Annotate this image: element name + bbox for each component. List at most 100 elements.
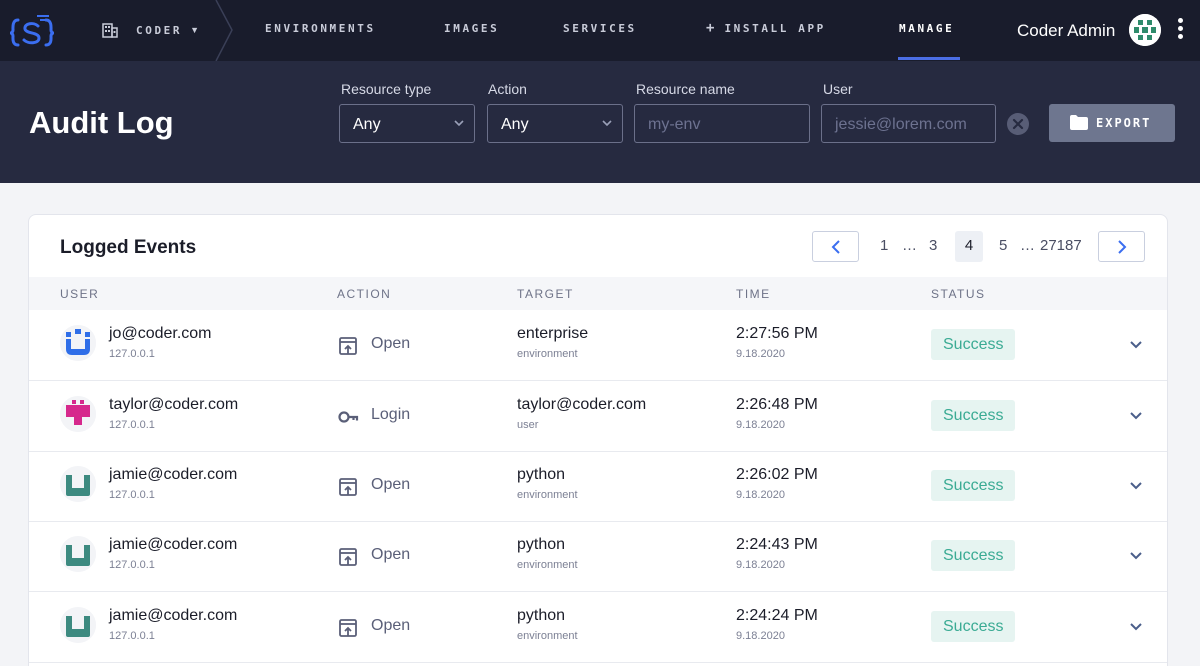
action-label: Login — [371, 406, 411, 423]
next-page-button[interactable] — [1098, 231, 1145, 262]
event-date: 9.18.2020 — [736, 489, 785, 501]
action-label: Open — [371, 617, 411, 634]
column-header-action: ACTION — [337, 287, 392, 301]
user-ip: 127.0.0.1 — [109, 419, 155, 431]
nav-link-environments[interactable]: ENVIRONMENTS — [265, 22, 376, 35]
table-row[interactable]: jamie@coder.com 127.0.0.1 Open python en… — [29, 522, 1167, 592]
user-filter-label: User — [823, 81, 853, 97]
nav-link-manage[interactable]: MANAGE — [899, 22, 954, 35]
event-date: 9.18.2020 — [736, 419, 785, 431]
table-header: USER ACTION TARGET TIME STATUS — [29, 277, 1167, 310]
event-date: 9.18.2020 — [736, 559, 785, 571]
chevron-down-icon[interactable] — [1129, 338, 1143, 352]
page-link[interactable]: 1 — [880, 237, 888, 254]
avatar[interactable] — [1129, 14, 1161, 46]
active-tab-indicator — [898, 57, 960, 60]
target-name: python — [517, 536, 566, 553]
action-label: Open — [371, 335, 411, 352]
event-time: 2:24:24 PM — [736, 607, 818, 624]
prev-page-button[interactable] — [812, 231, 859, 262]
more-vert-icon[interactable] — [1172, 18, 1188, 42]
chevron-down-icon — [602, 120, 612, 127]
status-badge: Success — [931, 400, 1016, 431]
target-type: user — [517, 419, 539, 431]
logged-events-card: Logged Events 1 … 3 4 5 … 27187 USER ACT… — [28, 214, 1168, 666]
user-filter-placeholder: jessie@lorem.com — [835, 116, 967, 133]
export-label: EXPORT — [1096, 116, 1152, 130]
chevron-down-icon[interactable] — [1129, 479, 1143, 493]
nav-link-services[interactable]: SERVICES — [563, 22, 637, 35]
event-date: 9.18.2020 — [736, 630, 785, 642]
column-header-user: USER — [60, 287, 100, 301]
table-row[interactable]: jamie@coder.com 127.0.0.1 Open python en… — [29, 452, 1167, 522]
resource-type-select[interactable]: Any — [339, 104, 475, 143]
coder-logo-icon[interactable] — [10, 12, 54, 48]
open-in-browser-icon — [339, 337, 357, 355]
resource-name-label: Resource name — [636, 81, 735, 97]
pagination-ellipsis: … — [902, 237, 917, 254]
status-badge: Success — [931, 329, 1016, 360]
clear-filters-icon[interactable] — [1007, 113, 1029, 135]
action-label: Open — [371, 476, 411, 493]
user-avatar — [60, 466, 96, 502]
user-ip: 127.0.0.1 — [109, 489, 155, 501]
chevron-down-icon[interactable] — [1129, 409, 1143, 423]
resource-name-placeholder: my-env — [648, 116, 701, 133]
user-ip: 127.0.0.1 — [109, 559, 155, 571]
resource-type-label: Resource type — [341, 81, 432, 97]
folder-icon — [1070, 115, 1088, 130]
user-avatar — [60, 396, 96, 432]
chevron-down-icon — [454, 120, 464, 127]
export-button[interactable]: EXPORT — [1049, 104, 1175, 142]
page-link[interactable]: 27187 — [1040, 237, 1082, 254]
pagination-ellipsis: … — [1020, 237, 1035, 254]
chevron-down-icon[interactable] — [1129, 620, 1143, 634]
column-header-time: TIME — [736, 287, 771, 301]
page-link[interactable]: 5 — [999, 237, 1007, 254]
target-type: environment — [517, 348, 578, 360]
target-type: environment — [517, 630, 578, 642]
user-avatar — [60, 325, 96, 361]
user-email: jamie@coder.com — [109, 607, 238, 624]
event-date: 9.18.2020 — [736, 348, 785, 360]
user-email: jo@coder.com — [109, 325, 212, 342]
column-header-target: TARGET — [517, 287, 574, 301]
card-title: Logged Events — [60, 237, 197, 258]
user-filter-input[interactable]: jessie@lorem.com — [821, 104, 996, 143]
action-select[interactable]: Any — [487, 104, 623, 143]
user-ip: 127.0.0.1 — [109, 348, 155, 360]
plus-icon: + — [706, 20, 715, 36]
action-label: Open — [371, 546, 411, 563]
user-name[interactable]: Coder Admin — [1017, 21, 1115, 41]
target-name: enterprise — [517, 325, 589, 342]
nav-link-images[interactable]: IMAGES — [444, 22, 499, 35]
install-app-label: INSTALL APP — [724, 22, 826, 35]
nav-separator — [215, 0, 233, 61]
org-switcher[interactable]: CODER ▼ — [102, 20, 199, 40]
user-email: jamie@coder.com — [109, 466, 238, 483]
event-time: 2:27:56 PM — [736, 325, 818, 342]
target-name: taylor@coder.com — [517, 396, 647, 413]
user-email: taylor@coder.com — [109, 396, 239, 413]
table-row[interactable]: jamie@coder.com 127.0.0.1 Open python en… — [29, 593, 1167, 663]
page-link[interactable]: 3 — [929, 237, 937, 254]
current-page[interactable]: 4 — [955, 231, 983, 262]
event-time: 2:26:02 PM — [736, 466, 818, 483]
table-row[interactable]: taylor@coder.com 127.0.0.1 Login taylor@… — [29, 382, 1167, 452]
table-row[interactable]: jo@coder.com 127.0.0.1 Open enterprise e… — [29, 311, 1167, 381]
chevron-down-icon[interactable] — [1129, 549, 1143, 563]
chevron-down-icon: ▼ — [190, 25, 200, 35]
resource-name-input[interactable]: my-env — [634, 104, 810, 143]
user-email: jamie@coder.com — [109, 536, 238, 553]
page-header: Audit Log Resource type Any Action Any R… — [0, 61, 1200, 183]
building-icon — [102, 23, 118, 38]
top-nav: CODER ▼ ENVIRONMENTS IMAGES SERVICES + IN… — [0, 0, 1200, 61]
status-badge: Success — [931, 470, 1016, 501]
open-in-browser-icon — [339, 478, 357, 496]
target-name: python — [517, 607, 566, 624]
target-type: environment — [517, 559, 578, 571]
page-title: Audit Log — [29, 105, 174, 140]
chevron-right-icon — [1118, 240, 1127, 254]
target-name: python — [517, 466, 566, 483]
nav-link-install-app[interactable]: + INSTALL APP — [706, 20, 826, 36]
